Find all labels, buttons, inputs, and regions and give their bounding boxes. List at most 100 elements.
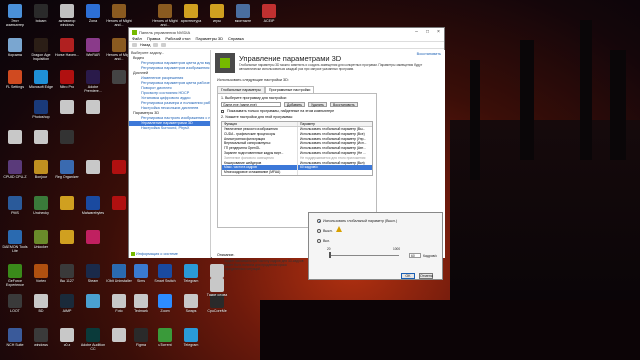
desktop-icon[interactable]: Reg Organizer bbox=[54, 160, 80, 190]
framerate-spinbox[interactable]: 60 bbox=[409, 253, 421, 258]
mouse-cursor-icon bbox=[336, 226, 342, 232]
option-on[interactable]: Вкл. bbox=[317, 239, 330, 243]
app-icon bbox=[158, 328, 172, 342]
close-icon[interactable]: × bbox=[433, 29, 444, 35]
desktop-icon[interactable]: Horse Haven... bbox=[54, 38, 80, 68]
desktop-icon[interactable]: CPUID CPU-Z bbox=[2, 160, 28, 190]
desktop-icon[interactable]: AIMP bbox=[54, 294, 80, 324]
desktop-icon[interactable]: Swaps bbox=[178, 294, 204, 324]
desktop-icon[interactable]: FL Settings bbox=[2, 70, 28, 100]
app-icon bbox=[60, 230, 74, 244]
desktop-icon[interactable]: WinRAR bbox=[80, 38, 106, 68]
desktop-icon[interactable]: Steam bbox=[80, 264, 106, 294]
show-only-found-checkbox[interactable] bbox=[221, 109, 224, 113]
desktop-icon[interactable] bbox=[80, 160, 106, 190]
desktop-icon[interactable]: Vortex bbox=[28, 264, 54, 294]
desktop-icon[interactable]: Photoshop bbox=[28, 100, 54, 130]
setting-parameter[interactable] bbox=[298, 170, 372, 175]
table-row[interactable]: Многокадровое сглаживание (MFAA) bbox=[222, 170, 372, 175]
framerate-slider[interactable] bbox=[329, 255, 399, 256]
desktop-icon[interactable]: Figma bbox=[128, 328, 154, 358]
desktop-icon[interactable] bbox=[54, 130, 80, 160]
desktop-icon-label: Adobe Audition CC bbox=[80, 343, 106, 351]
desktop-icon[interactable]: Dragon Age Inquisition bbox=[28, 38, 54, 68]
maximize-icon[interactable]: □ bbox=[422, 29, 433, 35]
menu-help[interactable]: Справка bbox=[228, 36, 244, 41]
tree-task[interactable]: Настройка Surround, PhysX bbox=[129, 126, 210, 131]
app-icon bbox=[60, 264, 74, 278]
desktop-icon[interactable]: Telegram bbox=[178, 264, 204, 294]
desktop-icon[interactable]: активатор windows bbox=[54, 4, 80, 34]
option-off[interactable]: Выкл. bbox=[317, 229, 333, 233]
desktop-icon[interactable]: Microsoft Edge bbox=[28, 70, 54, 100]
option-use-global[interactable]: Использовать глобальный параметр (Выкл.) bbox=[317, 219, 397, 223]
menu-file[interactable]: Файл bbox=[132, 36, 142, 41]
radio-off[interactable] bbox=[317, 229, 321, 233]
desktop-icon[interactable]: Nitro Pro bbox=[54, 70, 80, 100]
desktop-icon[interactable]: GeForce Experience bbox=[2, 264, 28, 294]
desktop-icon[interactable] bbox=[80, 294, 106, 324]
restore-defaults-link[interactable]: Восстановить bbox=[417, 52, 441, 56]
remove-program-button[interactable]: Удалить bbox=[308, 102, 327, 107]
desktop-icon[interactable]: Adobe Audition CC bbox=[80, 328, 106, 358]
restore-program-button[interactable]: Восстановить bbox=[329, 102, 358, 107]
desktop-icon-label: Zoom bbox=[160, 309, 170, 313]
desktop-icon[interactable]: PMS bbox=[2, 196, 28, 226]
desktop-icon[interactable] bbox=[80, 230, 106, 260]
desktop-icon[interactable]: LOOT bbox=[2, 294, 28, 324]
home-icon[interactable] bbox=[161, 43, 167, 47]
desktop-icon[interactable] bbox=[80, 100, 106, 130]
back-arrow-icon[interactable] bbox=[132, 43, 137, 47]
desktop-icon[interactable] bbox=[28, 130, 54, 160]
program-select[interactable]: Game.exe (game.exe) bbox=[221, 102, 281, 107]
desktop-icon[interactable]: c0.z bbox=[54, 328, 80, 358]
desktop-icon[interactable]: DAEMON Tools Lite bbox=[2, 230, 28, 260]
title-bar[interactable]: Панель управления NVIDIA – □ × bbox=[129, 28, 444, 36]
desktop-icon[interactable]: Вы 1127 bbox=[54, 264, 80, 294]
minimize-icon[interactable]: – bbox=[411, 29, 422, 35]
menu-desktop[interactable]: Рабочий стол bbox=[165, 36, 190, 41]
desktop-icon[interactable]: Unchecky bbox=[28, 196, 54, 226]
tab-program-settings[interactable]: Программные настройки bbox=[264, 86, 315, 93]
desktop-icon[interactable]: Smart Switch bbox=[152, 264, 178, 294]
forward-arrow-icon[interactable] bbox=[153, 43, 159, 47]
desktop-icon[interactable]: Tedmark bbox=[128, 294, 154, 324]
system-info-link[interactable]: Информация о системе bbox=[131, 252, 178, 256]
back-label[interactable]: Назад bbox=[140, 43, 150, 47]
app-icon bbox=[112, 328, 126, 342]
app-icon bbox=[112, 70, 126, 84]
desktop-icon[interactable]: Bonjour bbox=[28, 160, 54, 190]
ok-button[interactable]: OK bbox=[401, 273, 415, 279]
desktop-icon[interactable]: Adobe Premiere... bbox=[80, 70, 106, 100]
menu-3d-settings[interactable]: Параметры 3D bbox=[195, 36, 223, 41]
desktop-icon[interactable]: bdcam bbox=[28, 4, 54, 34]
app-icon bbox=[158, 264, 172, 278]
desktop-icon[interactable]: Telegram bbox=[178, 328, 204, 358]
menu-edit[interactable]: Правка bbox=[147, 36, 161, 41]
tab-global-settings[interactable]: Глобальные параметры bbox=[217, 86, 265, 93]
desktop-icon[interactable]: Zona bbox=[80, 4, 106, 34]
radio-on[interactable] bbox=[317, 239, 321, 243]
desktop-icon[interactable] bbox=[2, 130, 28, 160]
cancel-button[interactable]: Отмена bbox=[419, 273, 433, 279]
framerate-slider-thumb[interactable] bbox=[329, 252, 331, 258]
desktop-icon[interactable]: windows bbox=[28, 328, 54, 358]
app-icon bbox=[134, 264, 148, 278]
desktop-icon[interactable]: Этот компьютер bbox=[2, 4, 28, 34]
radio-use-global[interactable] bbox=[317, 219, 321, 223]
desktop-icon[interactable] bbox=[54, 230, 80, 260]
desktop-icon[interactable]: BD bbox=[28, 294, 54, 324]
add-program-button[interactable]: Добавить bbox=[284, 102, 305, 107]
desktop-icon[interactable]: Malwarebytes bbox=[80, 196, 106, 226]
app-icon bbox=[34, 294, 48, 308]
desktop-icon[interactable]: Unlocker bbox=[28, 230, 54, 260]
desktop-icon[interactable]: NCH Suite bbox=[2, 328, 28, 358]
desktop-icon[interactable] bbox=[54, 196, 80, 226]
desktop-icon[interactable]: Sims bbox=[128, 264, 154, 294]
desktop-icon[interactable]: uTorrent bbox=[152, 328, 178, 358]
desktop-icon-label: Корзина bbox=[8, 53, 22, 57]
desktop-icon[interactable]: Корзина bbox=[2, 38, 28, 68]
desktop-icon[interactable] bbox=[54, 100, 80, 130]
desktop-icon[interactable]: Такие слова bbox=[204, 278, 230, 308]
desktop-icon[interactable]: Zoom bbox=[152, 294, 178, 324]
